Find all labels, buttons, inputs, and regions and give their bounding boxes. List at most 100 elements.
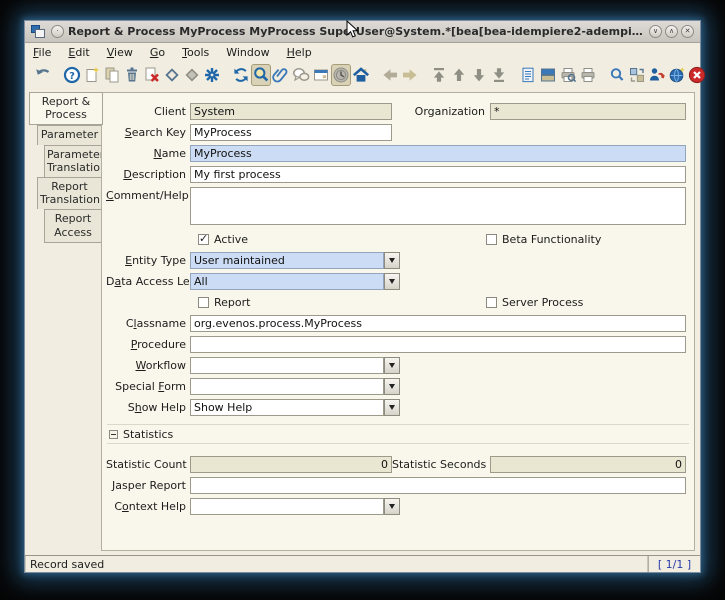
tab-parameter[interactable]: Parameter <box>37 125 102 144</box>
product-info-icon[interactable] <box>647 64 667 86</box>
search-key-field[interactable] <box>190 124 392 141</box>
menu-file[interactable]: File <box>33 46 51 59</box>
end-window-icon[interactable] <box>687 64 707 86</box>
show-help-dropdown-button[interactable] <box>384 399 400 416</box>
home-icon[interactable] <box>351 64 371 86</box>
requery-icon[interactable] <box>231 64 251 86</box>
name-label: Name <box>106 147 186 160</box>
context-help-select[interactable] <box>190 498 400 515</box>
shade-button[interactable]: ∨ <box>649 25 662 38</box>
preference-icon[interactable] <box>202 64 222 86</box>
workflow-select[interactable] <box>190 357 400 374</box>
save-icon[interactable] <box>162 64 182 86</box>
chat-icon[interactable] <box>291 64 311 86</box>
procedure-field[interactable] <box>190 336 686 353</box>
forward-icon[interactable] <box>400 64 420 86</box>
sticky-button[interactable]: · <box>51 25 64 38</box>
organization-field[interactable] <box>490 103 686 120</box>
description-field[interactable] <box>190 166 686 183</box>
tab-parameter-translation[interactable]: Parameter Translation <box>44 145 102 177</box>
tab-report-process[interactable]: Report & Process <box>29 92 103 125</box>
tab-rail: Report & ProcessParameterParameter Trans… <box>29 92 102 243</box>
back-icon[interactable] <box>380 64 400 86</box>
chevron-down-icon <box>389 363 395 368</box>
data-access-level-dropdown-button[interactable] <box>384 273 400 290</box>
statistic-count-label: Statistic Count <box>106 458 186 471</box>
special-form-dropdown-button[interactable] <box>384 378 400 395</box>
context-help-value <box>190 498 384 515</box>
statistics-group-header[interactable]: Statistics <box>109 428 694 441</box>
show-help-select[interactable]: Show Help <box>190 399 400 416</box>
client-field[interactable] <box>190 103 392 120</box>
workflow-row: Workflow <box>106 357 694 374</box>
close-button[interactable]: ✕ <box>681 25 694 38</box>
jasper-report-field[interactable] <box>190 477 686 494</box>
copy-record-icon[interactable] <box>102 64 122 86</box>
check-requests-icon[interactable] <box>627 64 647 86</box>
title-bar[interactable]: · Report & Process MyProcess MyProcess S… <box>25 21 700 43</box>
comment-help-field[interactable] <box>190 187 686 225</box>
workflow-dropdown-button[interactable] <box>384 357 400 374</box>
history-icon[interactable] <box>331 64 351 86</box>
record-indicator[interactable]: [ 1/1 ] <box>648 556 700 572</box>
print-icon[interactable] <box>578 64 598 86</box>
delete-record-icon[interactable] <box>122 64 142 86</box>
attachment-icon[interactable] <box>271 64 291 86</box>
menu-tools[interactable]: Tools <box>182 46 209 59</box>
menu-window[interactable]: Window <box>226 46 269 59</box>
save-create-icon[interactable] <box>182 64 202 86</box>
delete-selection-icon[interactable] <box>142 64 162 86</box>
maximize-button[interactable]: ∧ <box>665 25 678 38</box>
beta-functionality-checkbox[interactable] <box>486 234 497 245</box>
workflow-icon[interactable] <box>667 64 687 86</box>
grid-toggle-icon[interactable] <box>311 64 331 86</box>
special-form-select[interactable] <box>190 378 400 395</box>
collapse-icon[interactable] <box>109 430 118 439</box>
data-access-level-label: Data Access Level <box>106 275 186 288</box>
print-preview-icon[interactable] <box>558 64 578 86</box>
entity-type-select[interactable]: User maintained <box>190 252 400 269</box>
first-record-icon[interactable] <box>429 64 449 86</box>
organization-label: Organization <box>392 105 485 118</box>
find-icon[interactable] <box>251 64 271 86</box>
menu-edit[interactable]: Edit <box>68 46 89 59</box>
name-field[interactable] <box>190 145 686 162</box>
undo-icon[interactable] <box>33 64 53 86</box>
chevron-down-icon <box>389 504 395 509</box>
statistic-seconds-field[interactable] <box>490 456 686 473</box>
new-record-icon[interactable] <box>82 64 102 86</box>
help-icon[interactable]: ? <box>62 64 82 86</box>
context-help-dropdown-button[interactable] <box>384 498 400 515</box>
detail-view-icon[interactable] <box>538 64 558 86</box>
statistic-count-field[interactable] <box>190 456 392 473</box>
report-icon[interactable] <box>518 64 538 86</box>
entity-type-label: Entity Type <box>106 254 186 267</box>
data-access-level-select[interactable]: All <box>190 273 400 290</box>
active-beta-row: Active Beta Functionality <box>106 231 694 248</box>
server-process-checkbox[interactable] <box>486 297 497 308</box>
procedure-row: Procedure <box>106 336 694 353</box>
previous-record-icon[interactable] <box>449 64 469 86</box>
active-checkbox[interactable] <box>198 234 209 245</box>
chevron-down-icon <box>389 279 395 284</box>
classname-label: Classname <box>106 317 186 330</box>
comment-help-label: Comment/Help <box>106 189 186 202</box>
menu-help[interactable]: Help <box>287 46 312 59</box>
classname-field[interactable] <box>190 315 686 332</box>
status-message: Record saved <box>25 556 648 572</box>
beta-functionality-label: Beta Functionality <box>502 233 601 246</box>
description-row: Description <box>106 166 694 183</box>
report-checkbox[interactable] <box>198 297 209 308</box>
tab-report-access[interactable]: Report Access <box>44 209 102 242</box>
menu-view[interactable]: View <box>107 46 133 59</box>
last-record-icon[interactable] <box>489 64 509 86</box>
entity-type-value: User maintained <box>190 252 384 269</box>
status-bar: Record saved [ 1/1 ] <box>25 555 700 572</box>
tab-report-translation[interactable]: Report Translation <box>37 177 102 209</box>
menu-go[interactable]: Go <box>150 46 165 59</box>
next-record-icon[interactable] <box>469 64 489 86</box>
client-label: Client <box>106 105 186 118</box>
menu-bar: File Edit View Go Tools Window Help <box>25 43 700 61</box>
entity-type-dropdown-button[interactable] <box>384 252 400 269</box>
zoom-across-icon[interactable] <box>607 64 627 86</box>
